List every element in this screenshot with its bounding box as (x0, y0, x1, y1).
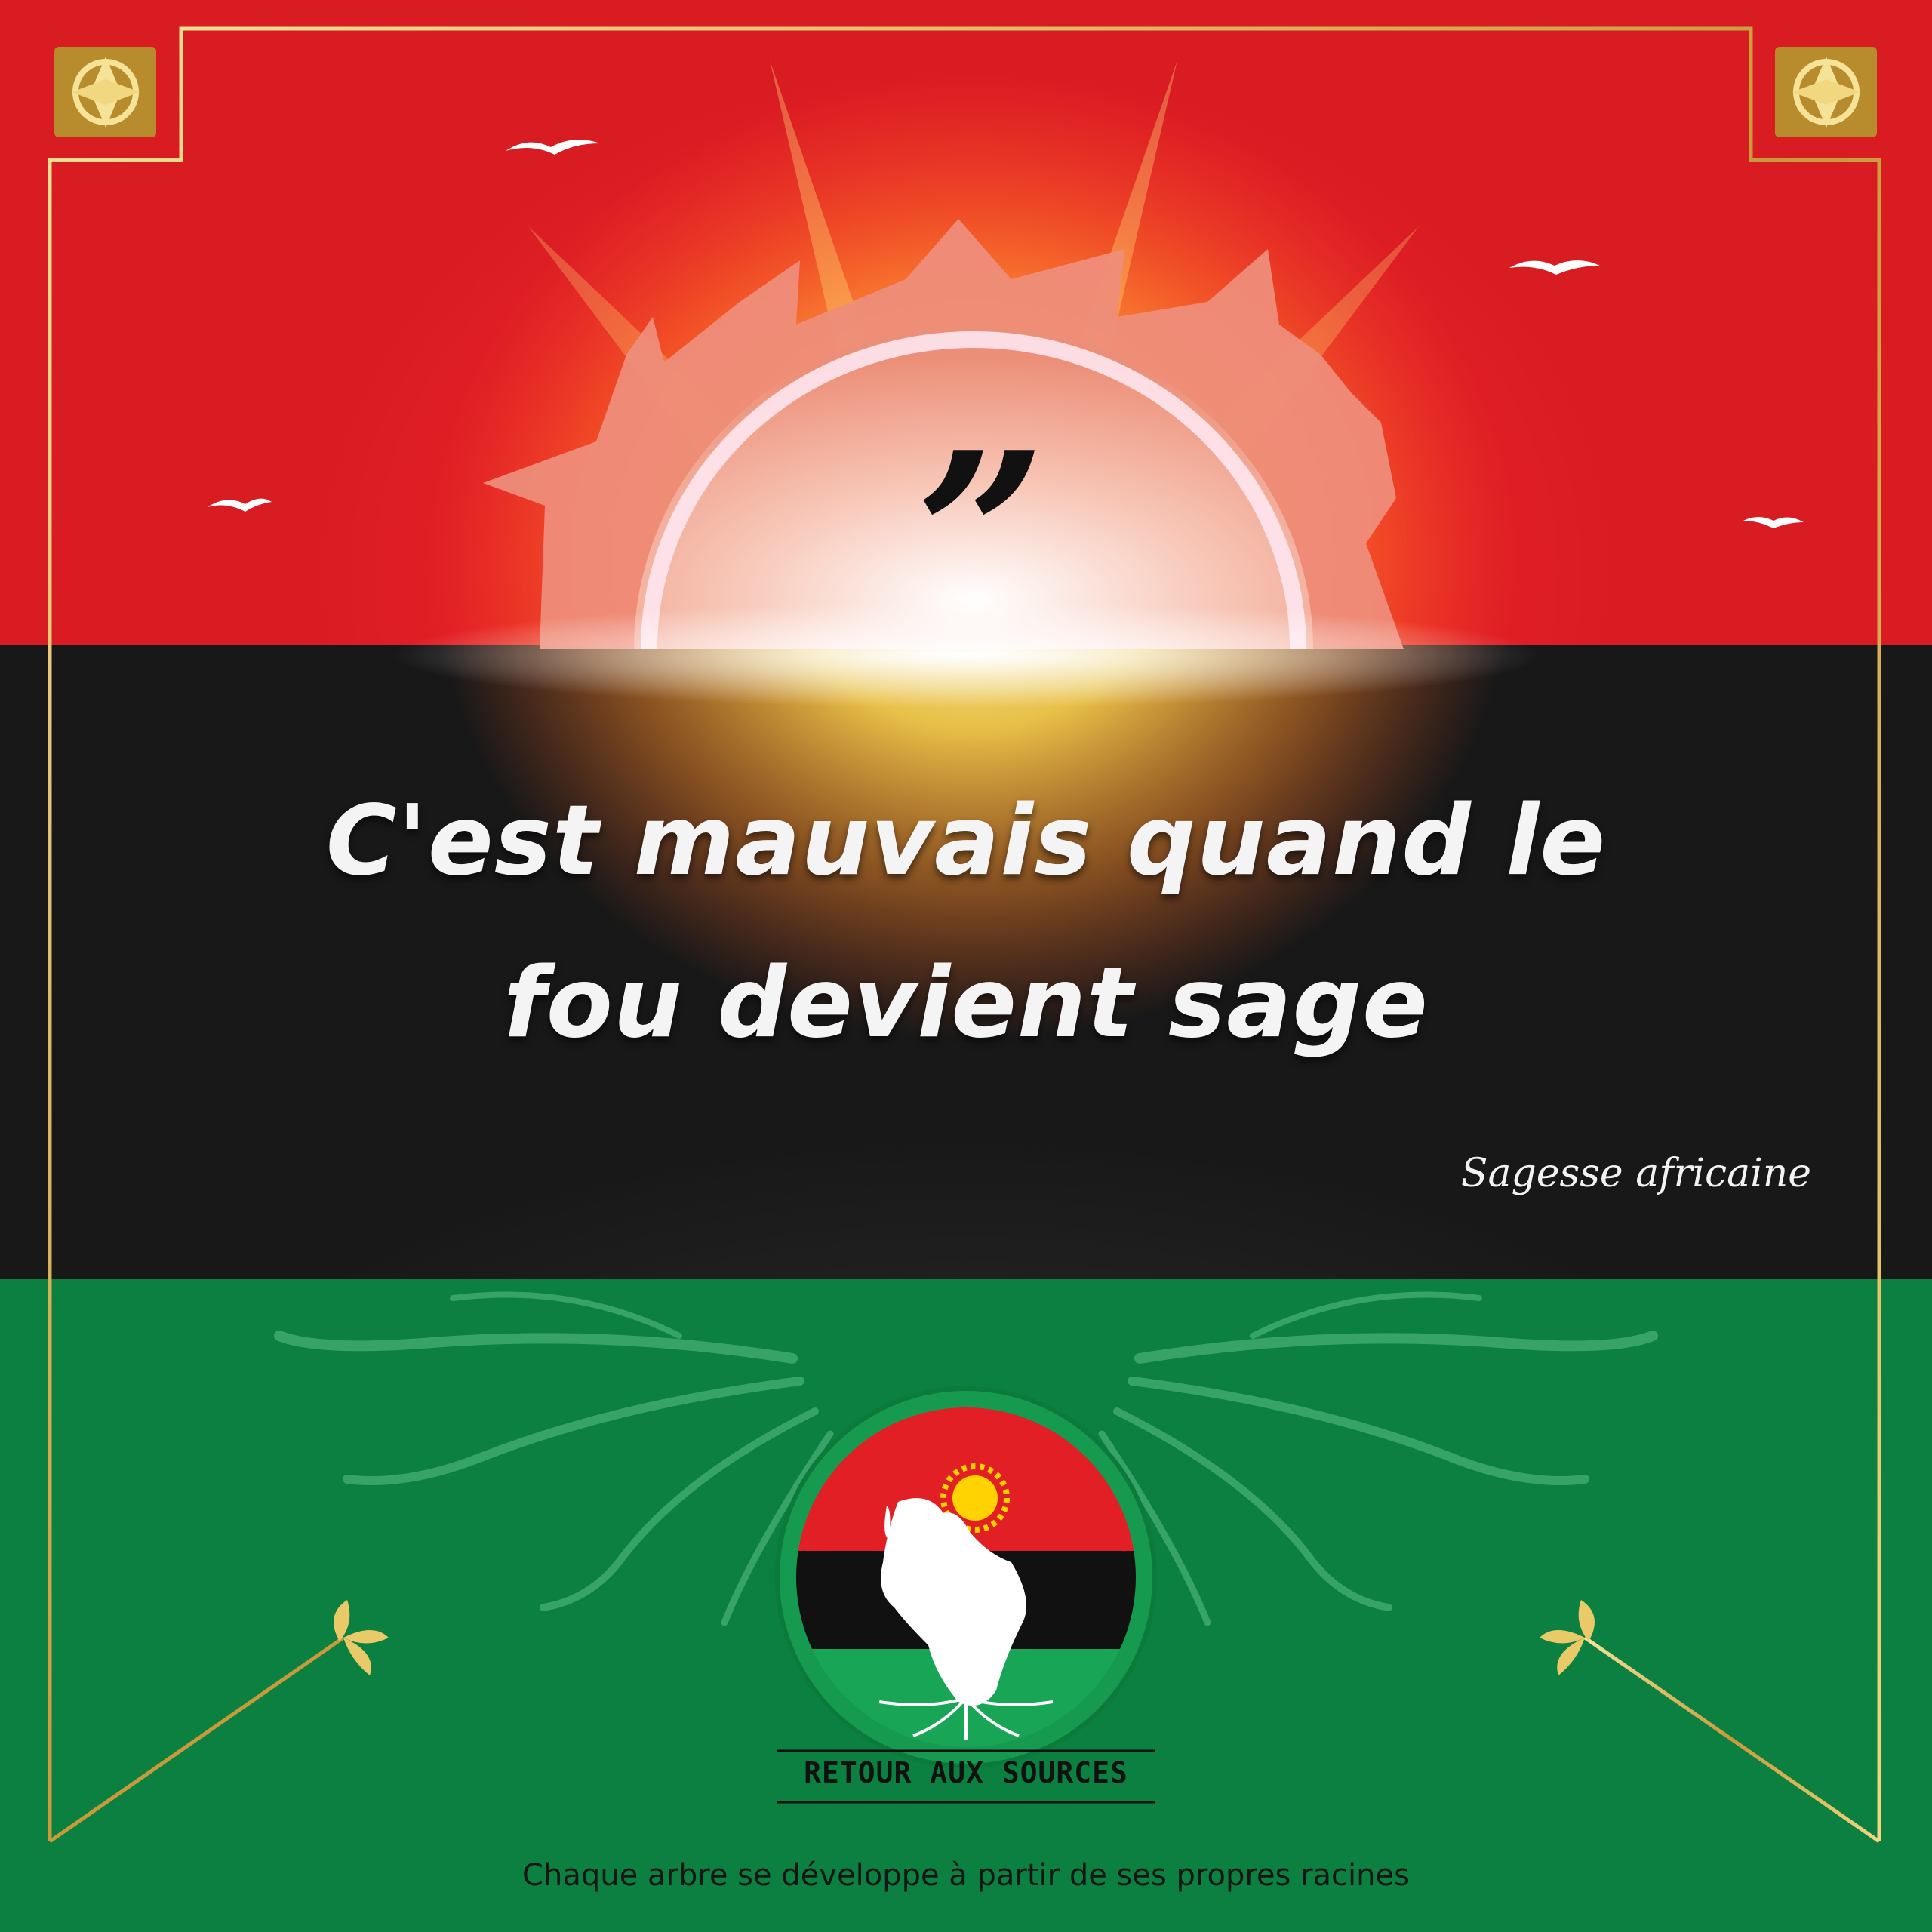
logo-emblem (775, 1386, 1157, 1804)
quote-mark: ” (915, 402, 1047, 669)
ornament-icon (1775, 47, 1877, 137)
brand-tagline: Chaque arbre se développe à partir de se… (522, 1858, 1410, 1893)
quote-text-line-2: fou devient sage (503, 947, 1429, 1060)
leaf-sprig-icon (334, 1600, 389, 1675)
brand-name: RETOUR AUX SOURCES (804, 1756, 1128, 1789)
ornament-icon (54, 47, 156, 137)
leaf-sprig-icon (1540, 1600, 1595, 1675)
quote-text-line-1: C'est mauvais quand le (325, 785, 1607, 897)
quote-attribution: Sagesse africaine (1460, 1151, 1811, 1196)
poster: ” C'est mauvais quand le fou devient sag… (0, 0, 1932, 1932)
